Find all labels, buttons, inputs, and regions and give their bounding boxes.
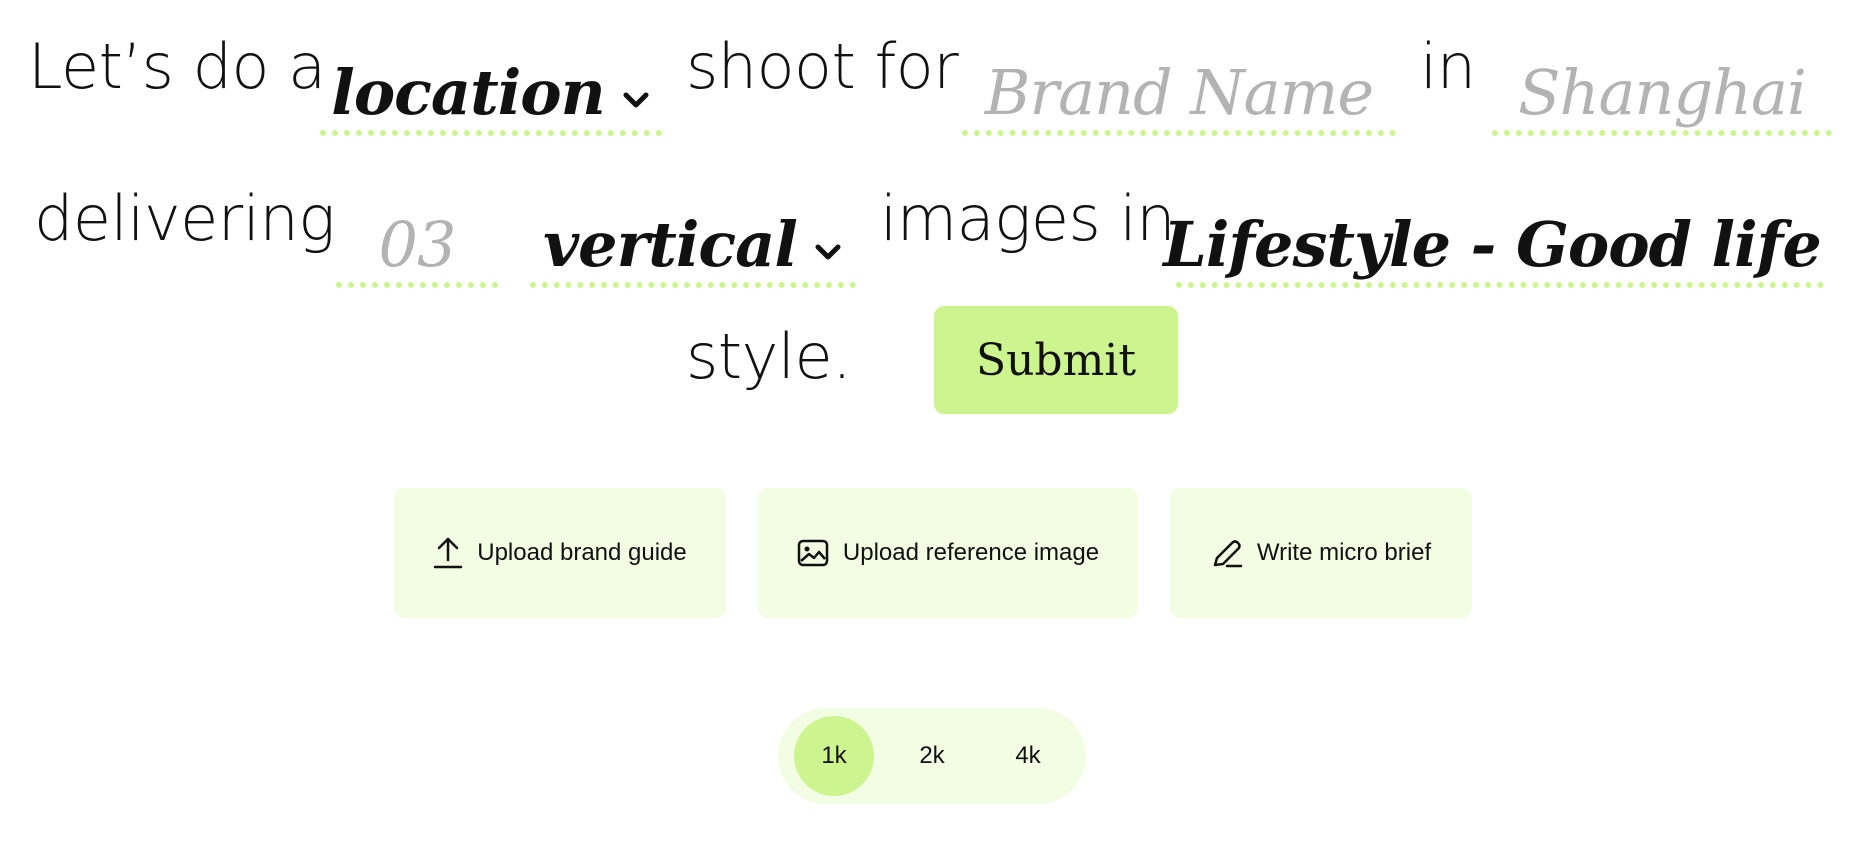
image-count-placeholder: 03 bbox=[378, 208, 457, 281]
submit-button[interactable]: Submit bbox=[934, 306, 1178, 414]
resolution-option-2k[interactable]: 2k bbox=[892, 716, 972, 796]
orientation-dropdown[interactable]: vertical bbox=[530, 208, 856, 288]
sentence-text-images-in: images in bbox=[880, 182, 1176, 255]
resolution-option-1k[interactable]: 1k bbox=[794, 716, 874, 796]
sentence-text-for: shoot for bbox=[686, 30, 959, 103]
resolution-selector: 1k 2k 4k bbox=[778, 708, 1086, 804]
upload-brand-guide-label: Upload brand guide bbox=[477, 539, 687, 566]
style-value: Lifestyle - Good life bbox=[1163, 208, 1822, 281]
brand-name-placeholder: Brand Name bbox=[984, 56, 1374, 129]
upload-brand-guide-button[interactable]: Upload brand guide bbox=[394, 488, 726, 618]
upload-reference-image-button[interactable]: Upload reference image bbox=[758, 488, 1138, 618]
shoot-type-value: location bbox=[331, 56, 605, 129]
write-micro-brief-button[interactable]: Write micro brief bbox=[1170, 488, 1472, 618]
upload-reference-image-label: Upload reference image bbox=[842, 539, 1100, 566]
image-count-input[interactable]: 03 bbox=[336, 208, 498, 288]
chevron-down-icon bbox=[623, 92, 649, 108]
upload-icon bbox=[434, 537, 463, 569]
resolution-option-4k[interactable]: 4k bbox=[988, 716, 1068, 796]
style-dropdown[interactable]: Lifestyle - Good life bbox=[1163, 208, 1824, 288]
city-input[interactable]: Shanghai bbox=[1492, 56, 1832, 136]
sentence-text-lead: Let’s do a bbox=[28, 30, 326, 103]
pencil-icon bbox=[1213, 540, 1243, 568]
chevron-down-icon bbox=[815, 244, 841, 260]
orientation-value: vertical bbox=[543, 208, 798, 281]
sentence-text-in: in bbox=[1420, 30, 1476, 103]
sentence-text-style: style. bbox=[686, 320, 852, 393]
write-micro-brief-label: Write micro brief bbox=[1256, 539, 1432, 566]
brand-name-input[interactable]: Brand Name bbox=[962, 56, 1396, 136]
city-placeholder: Shanghai bbox=[1518, 56, 1807, 129]
sentence-text-delivering: delivering bbox=[34, 182, 336, 255]
image-icon bbox=[797, 539, 829, 567]
shoot-type-dropdown[interactable]: location bbox=[320, 56, 662, 136]
